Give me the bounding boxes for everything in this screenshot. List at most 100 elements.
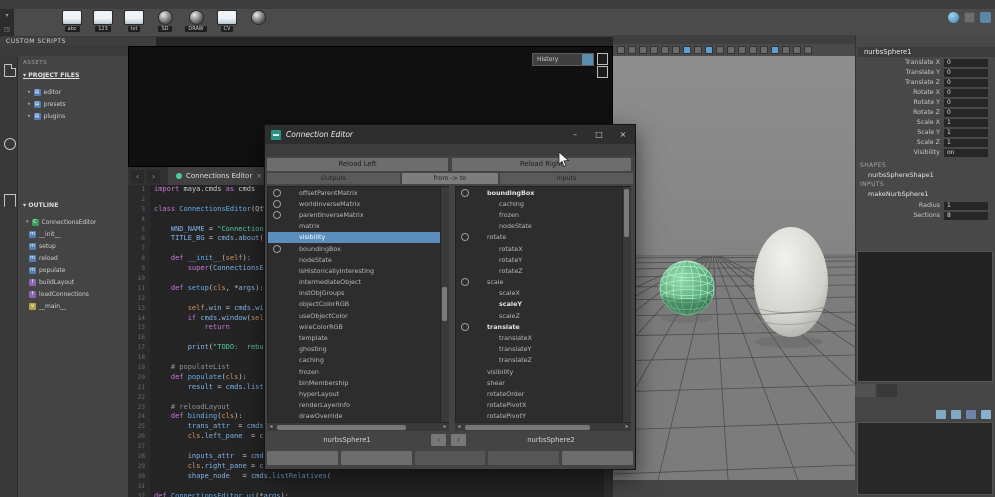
shape-node-name[interactable]: nurbsSphereShape1	[868, 171, 934, 179]
swap-right-button[interactable]: ›	[451, 434, 466, 446]
project-file-item[interactable]: ▸ ▤ plugins	[28, 110, 126, 122]
editor-tab-connections-editor[interactable]: Connections Editor ×	[168, 167, 270, 185]
layer-list[interactable]	[857, 422, 993, 495]
channel-row[interactable]: Scale Y 1	[856, 128, 992, 138]
shelf-button[interactable]: abc	[60, 10, 84, 32]
outline-item[interactable]: m reload	[26, 252, 126, 264]
outline-header[interactable]: ▾ OUTLINE	[23, 202, 58, 209]
layer-move-up-icon[interactable]	[966, 410, 976, 419]
dialog-button[interactable]	[562, 451, 633, 465]
attribute-row[interactable]: intermediateObject	[268, 277, 448, 288]
attribute-row[interactable]: caching	[456, 198, 630, 209]
inputs-hscrollbar[interactable]: ◂▸	[455, 422, 631, 431]
outline-item[interactable]: f loadConnections	[26, 288, 126, 300]
dialog-button[interactable]	[415, 451, 486, 465]
attribute-row[interactable]: objectColorRGB	[268, 299, 448, 310]
channel-value-field[interactable]: 0	[944, 69, 988, 77]
outline-item[interactable]: v __main__	[26, 300, 126, 312]
channel-row[interactable]: Rotate Y 0	[856, 98, 992, 108]
attribute-row[interactable]: translateY	[456, 344, 630, 355]
dialog-button[interactable]	[488, 451, 559, 465]
attribute-row[interactable]: translateZ	[456, 355, 630, 366]
channel-row[interactable]: Radius 1	[856, 201, 992, 211]
attribute-row[interactable]: template	[268, 332, 448, 343]
channel-row[interactable]: Translate Y 0	[856, 68, 992, 78]
shelf-button[interactable]: CV	[215, 10, 239, 32]
channel-row[interactable]: Translate Z 0	[856, 78, 992, 88]
channel-value-field[interactable]: 0	[944, 79, 988, 87]
expand-circle-icon[interactable]	[461, 323, 469, 331]
expand-circle-icon[interactable]	[461, 233, 469, 241]
attribute-row[interactable]: offsetParentMatrix	[268, 187, 448, 198]
attribute-row[interactable]: binMembership	[268, 377, 448, 388]
attribute-row[interactable]: translateX	[456, 332, 630, 343]
channel-value-field[interactable]: 0	[944, 99, 988, 107]
new-layer-from-selected-icon[interactable]	[951, 410, 961, 419]
channel-box-object-name[interactable]: nurbsSphere1	[858, 47, 995, 57]
channel-value-field[interactable]: 8	[944, 212, 988, 220]
channel-row[interactable]: Sections 8	[856, 211, 992, 221]
attribute-row[interactable]: translate	[456, 321, 630, 332]
viewport-toolbar-icon[interactable]	[705, 46, 713, 54]
shelf-button[interactable]: DRAW	[184, 10, 208, 32]
channel-value-field[interactable]: 1	[944, 119, 988, 127]
bookmark-icon[interactable]	[4, 194, 16, 207]
project-file-item[interactable]: ▸ ▤ presets	[28, 98, 126, 110]
outputs-list[interactable]: offsetParentMatrix worldInverseMatrix pa…	[267, 186, 449, 430]
attribute-row[interactable]: scaleX	[456, 288, 630, 299]
tab-close-icon[interactable]: ×	[256, 172, 262, 180]
viewport-toolbar-icon[interactable]	[793, 46, 801, 54]
attribute-row[interactable]: frozen	[456, 209, 630, 220]
close-button[interactable]: ×	[611, 125, 635, 144]
attribute-row[interactable]: worldInverseMatrix	[268, 198, 448, 209]
render-ball-icon[interactable]	[948, 12, 959, 23]
channel-value-field[interactable]: 0	[944, 89, 988, 97]
ide-window-tab[interactable]: CUSTOM SCRIPTS	[0, 37, 156, 46]
attribute-row[interactable]: rotateY	[456, 254, 630, 265]
viewport-toolbar-icon[interactable]	[749, 46, 757, 54]
channel-value-field[interactable]: on	[944, 149, 988, 157]
project-root-folder[interactable]: ▾ PROJECT FILES	[23, 72, 79, 79]
viewport-toolbar-icon[interactable]	[650, 46, 658, 54]
console-doc-icon[interactable]	[597, 53, 608, 65]
viewport-toolbar-icon[interactable]	[716, 46, 724, 54]
tab-scroll-right-icon[interactable]: ›	[147, 170, 160, 183]
attribute-row[interactable]: shear	[456, 377, 630, 388]
shelf-button[interactable]: SD	[153, 10, 177, 32]
tab-scroll-left-icon[interactable]: ‹	[131, 170, 144, 183]
search-icon[interactable]	[4, 138, 16, 150]
outputs-scrollbar[interactable]	[440, 187, 449, 422]
viewport-toolbar-icon[interactable]	[639, 46, 647, 54]
viewport-toolbar-icon[interactable]	[727, 46, 735, 54]
attribute-row[interactable]: renderLayerInfo	[268, 400, 448, 411]
attribute-row[interactable]: rotateZ	[456, 265, 630, 276]
attribute-row[interactable]: instObjGroups	[268, 288, 448, 299]
console-filter-dropdown[interactable]: History	[532, 53, 594, 66]
outline-item[interactable]: m __init__	[26, 228, 126, 240]
attribute-row[interactable]: boundingBox	[456, 187, 630, 198]
inputs-list[interactable]: boundingBox caching frozen nodeState rot…	[455, 186, 631, 430]
attribute-row[interactable]: nodeState	[456, 221, 630, 232]
outline-item[interactable]: m setup	[26, 240, 126, 252]
viewport-toolbar-icon[interactable]	[694, 46, 702, 54]
channel-box-toggle-icon[interactable]	[980, 12, 991, 23]
shelf-button[interactable]	[246, 10, 270, 32]
from-to-button[interactable]: from -> to	[402, 173, 498, 184]
input-node-name[interactable]: makeNurbSphere1	[868, 190, 929, 198]
viewport-toolbar-icon[interactable]	[683, 46, 691, 54]
channel-value-field[interactable]: 1	[944, 202, 988, 210]
expand-circle-icon[interactable]	[273, 200, 281, 208]
attribute-row[interactable]: matrix	[268, 221, 448, 232]
attribute-row[interactable]: rotate	[456, 232, 630, 243]
channel-value-field[interactable]: 0	[944, 109, 988, 117]
shelf-button[interactable]: 123	[91, 10, 115, 32]
channel-row[interactable]: Rotate X 0	[856, 88, 992, 98]
attribute-row[interactable]: rotatePivotX	[456, 400, 630, 411]
attribute-row[interactable]: rotateOrder	[456, 388, 630, 399]
explorer-icon[interactable]	[4, 64, 16, 77]
channel-row[interactable]: Visibility on	[856, 148, 992, 158]
attribute-row[interactable]: isHistoricallyInteresting	[268, 265, 448, 276]
layer-move-down-icon[interactable]	[981, 410, 991, 419]
attribute-row[interactable]: rotateX	[456, 243, 630, 254]
shelf-menu-icon[interactable]: ◳	[4, 26, 10, 33]
